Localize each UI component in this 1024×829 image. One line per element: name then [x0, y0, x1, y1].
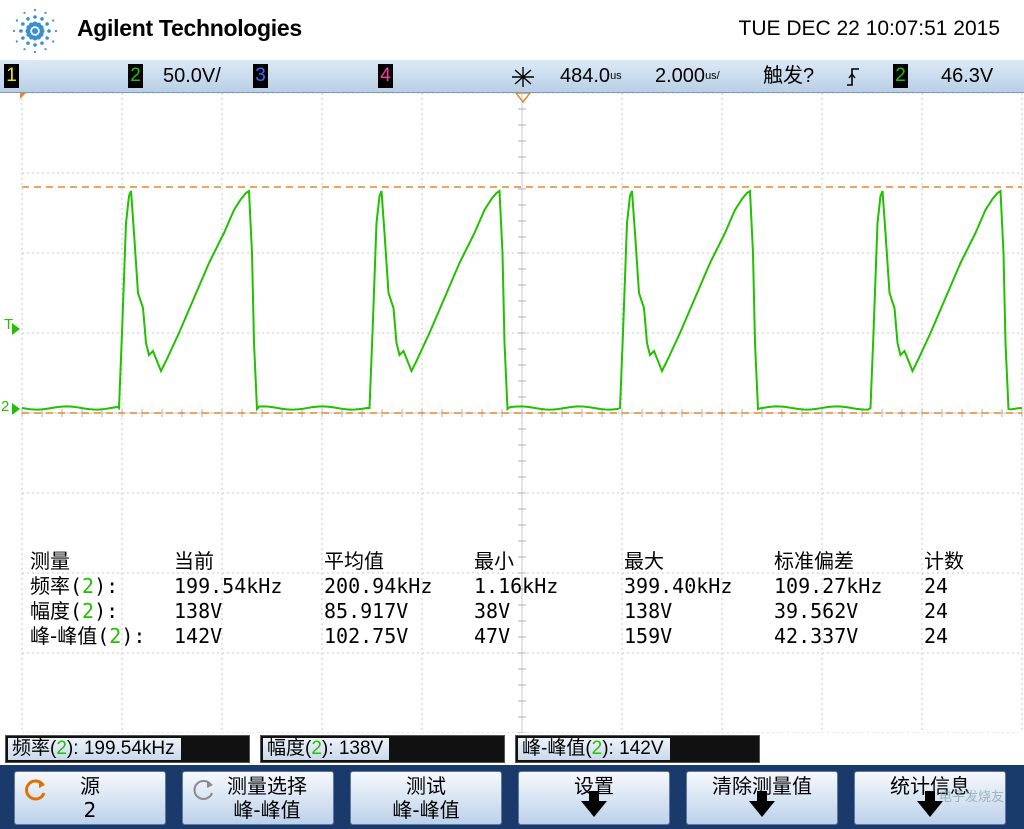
trigger-edge-icon	[847, 68, 859, 86]
softkey-settings[interactable]: 设置	[518, 771, 670, 825]
quick-measure-frequency[interactable]: 频率(2): 199.54kHz	[5, 735, 250, 763]
quick-measure-text: 幅度(2): 138V	[263, 738, 390, 760]
row-max: 399.40kHz	[624, 574, 733, 598]
row-current: 142V	[174, 624, 223, 648]
left-marker-icon	[20, 93, 26, 99]
row-count: 24	[924, 574, 949, 598]
col-min: 最小	[474, 549, 514, 573]
row-max: 159V	[624, 624, 673, 648]
row-mean: 200.94kHz	[324, 574, 433, 598]
softkey-measure-label: 测试	[406, 774, 446, 798]
row-max: 138V	[624, 599, 673, 623]
softkey-measure[interactable]: 测试 峰-峰值	[350, 771, 502, 825]
softkey-measurement-select[interactable]: 测量选择 峰-峰值	[182, 771, 334, 825]
time-scale: 2.000us/	[655, 65, 720, 87]
ch2-indicator[interactable]: 2	[128, 64, 143, 88]
quick-measure-text: 频率(2): 199.54kHz	[8, 738, 181, 760]
softkey-source-label: 源	[80, 774, 100, 798]
trigger-source[interactable]: 2	[893, 64, 908, 88]
col-std: 标准偏差	[774, 549, 854, 573]
waveform-display[interactable]: T 2 测量 当前 平均值 最小 最大 标准偏差 计数 频率(2): 199.5…	[0, 93, 1024, 733]
status-bar: 1 2 50.0V/ 3 4 484.0us 2.000us/ 触发? 2 46…	[0, 60, 1024, 93]
softkey-select-label: 测量选择	[227, 774, 307, 798]
row-std: 39.562V	[774, 599, 859, 623]
submenu-arrow-icon	[749, 791, 775, 817]
quick-measure-text: 峰-峰值(2): 142V	[518, 738, 670, 760]
brand-title: Agilent Technologies	[77, 15, 302, 41]
ch1-indicator[interactable]: 1	[4, 64, 19, 88]
header: Agilent Technologies TUE DEC 22 10:07:51…	[0, 0, 1024, 60]
row-std: 42.337V	[774, 624, 859, 648]
graticule: T 2	[1, 93, 1023, 733]
col-measure: 测量	[30, 549, 70, 573]
col-current: 当前	[174, 549, 214, 573]
row-count: 24	[924, 599, 949, 623]
ch2-scale: 50.0V/	[163, 65, 221, 87]
ground-marker-label: 2	[1, 398, 9, 415]
date-time: TUE DEC 22 10:07:51 2015	[738, 17, 1001, 40]
quick-measure-peak-to-peak[interactable]: 峰-峰值(2): 142V	[515, 735, 760, 763]
trigger-position-icon[interactable]	[515, 93, 531, 104]
row-label: 峰-峰值(2):	[30, 624, 146, 648]
row-mean: 85.917V	[324, 599, 409, 623]
row-label: 频率(2):	[30, 574, 119, 598]
trigger-level-marker-icon[interactable]	[12, 323, 20, 335]
horizontal-timebase-icon	[512, 67, 534, 87]
col-mean: 平均值	[324, 549, 384, 573]
softkey-source-value: 2	[83, 798, 97, 822]
row-min: 47V	[474, 624, 511, 648]
trigger-level: 46.3V	[941, 65, 994, 87]
agilent-spark-logo-icon	[12, 8, 58, 54]
col-count: 计数	[924, 549, 964, 573]
watermark: 电子发烧友	[938, 790, 1004, 805]
softkey-measure-value: 峰-峰值	[392, 798, 460, 822]
trigger-marker-label: T	[4, 316, 13, 333]
row-current: 138V	[174, 599, 223, 623]
row-label: 幅度(2):	[30, 599, 119, 623]
row-current: 199.54kHz	[174, 574, 283, 598]
row-mean: 102.75V	[324, 624, 409, 648]
col-max: 最大	[624, 549, 664, 573]
submenu-arrow-icon	[581, 791, 607, 817]
time-delay: 484.0us	[560, 65, 622, 87]
row-min: 1.16kHz	[474, 574, 559, 598]
ch2-ground-marker-icon[interactable]	[12, 403, 20, 415]
softkey-clear-measurements[interactable]: 清除测量值	[686, 771, 838, 825]
trigger-status: 触发?	[763, 65, 815, 87]
row-std: 109.27kHz	[774, 574, 883, 598]
softkey-select-value: 峰-峰值	[233, 798, 301, 822]
ch4-indicator[interactable]: 4	[378, 64, 393, 88]
row-min: 38V	[474, 599, 511, 623]
row-count: 24	[924, 624, 949, 648]
ch3-indicator[interactable]: 3	[253, 64, 268, 88]
softkey-source[interactable]: 源 2	[14, 771, 166, 825]
quick-measure-amplitude[interactable]: 幅度(2): 138V	[260, 735, 505, 763]
